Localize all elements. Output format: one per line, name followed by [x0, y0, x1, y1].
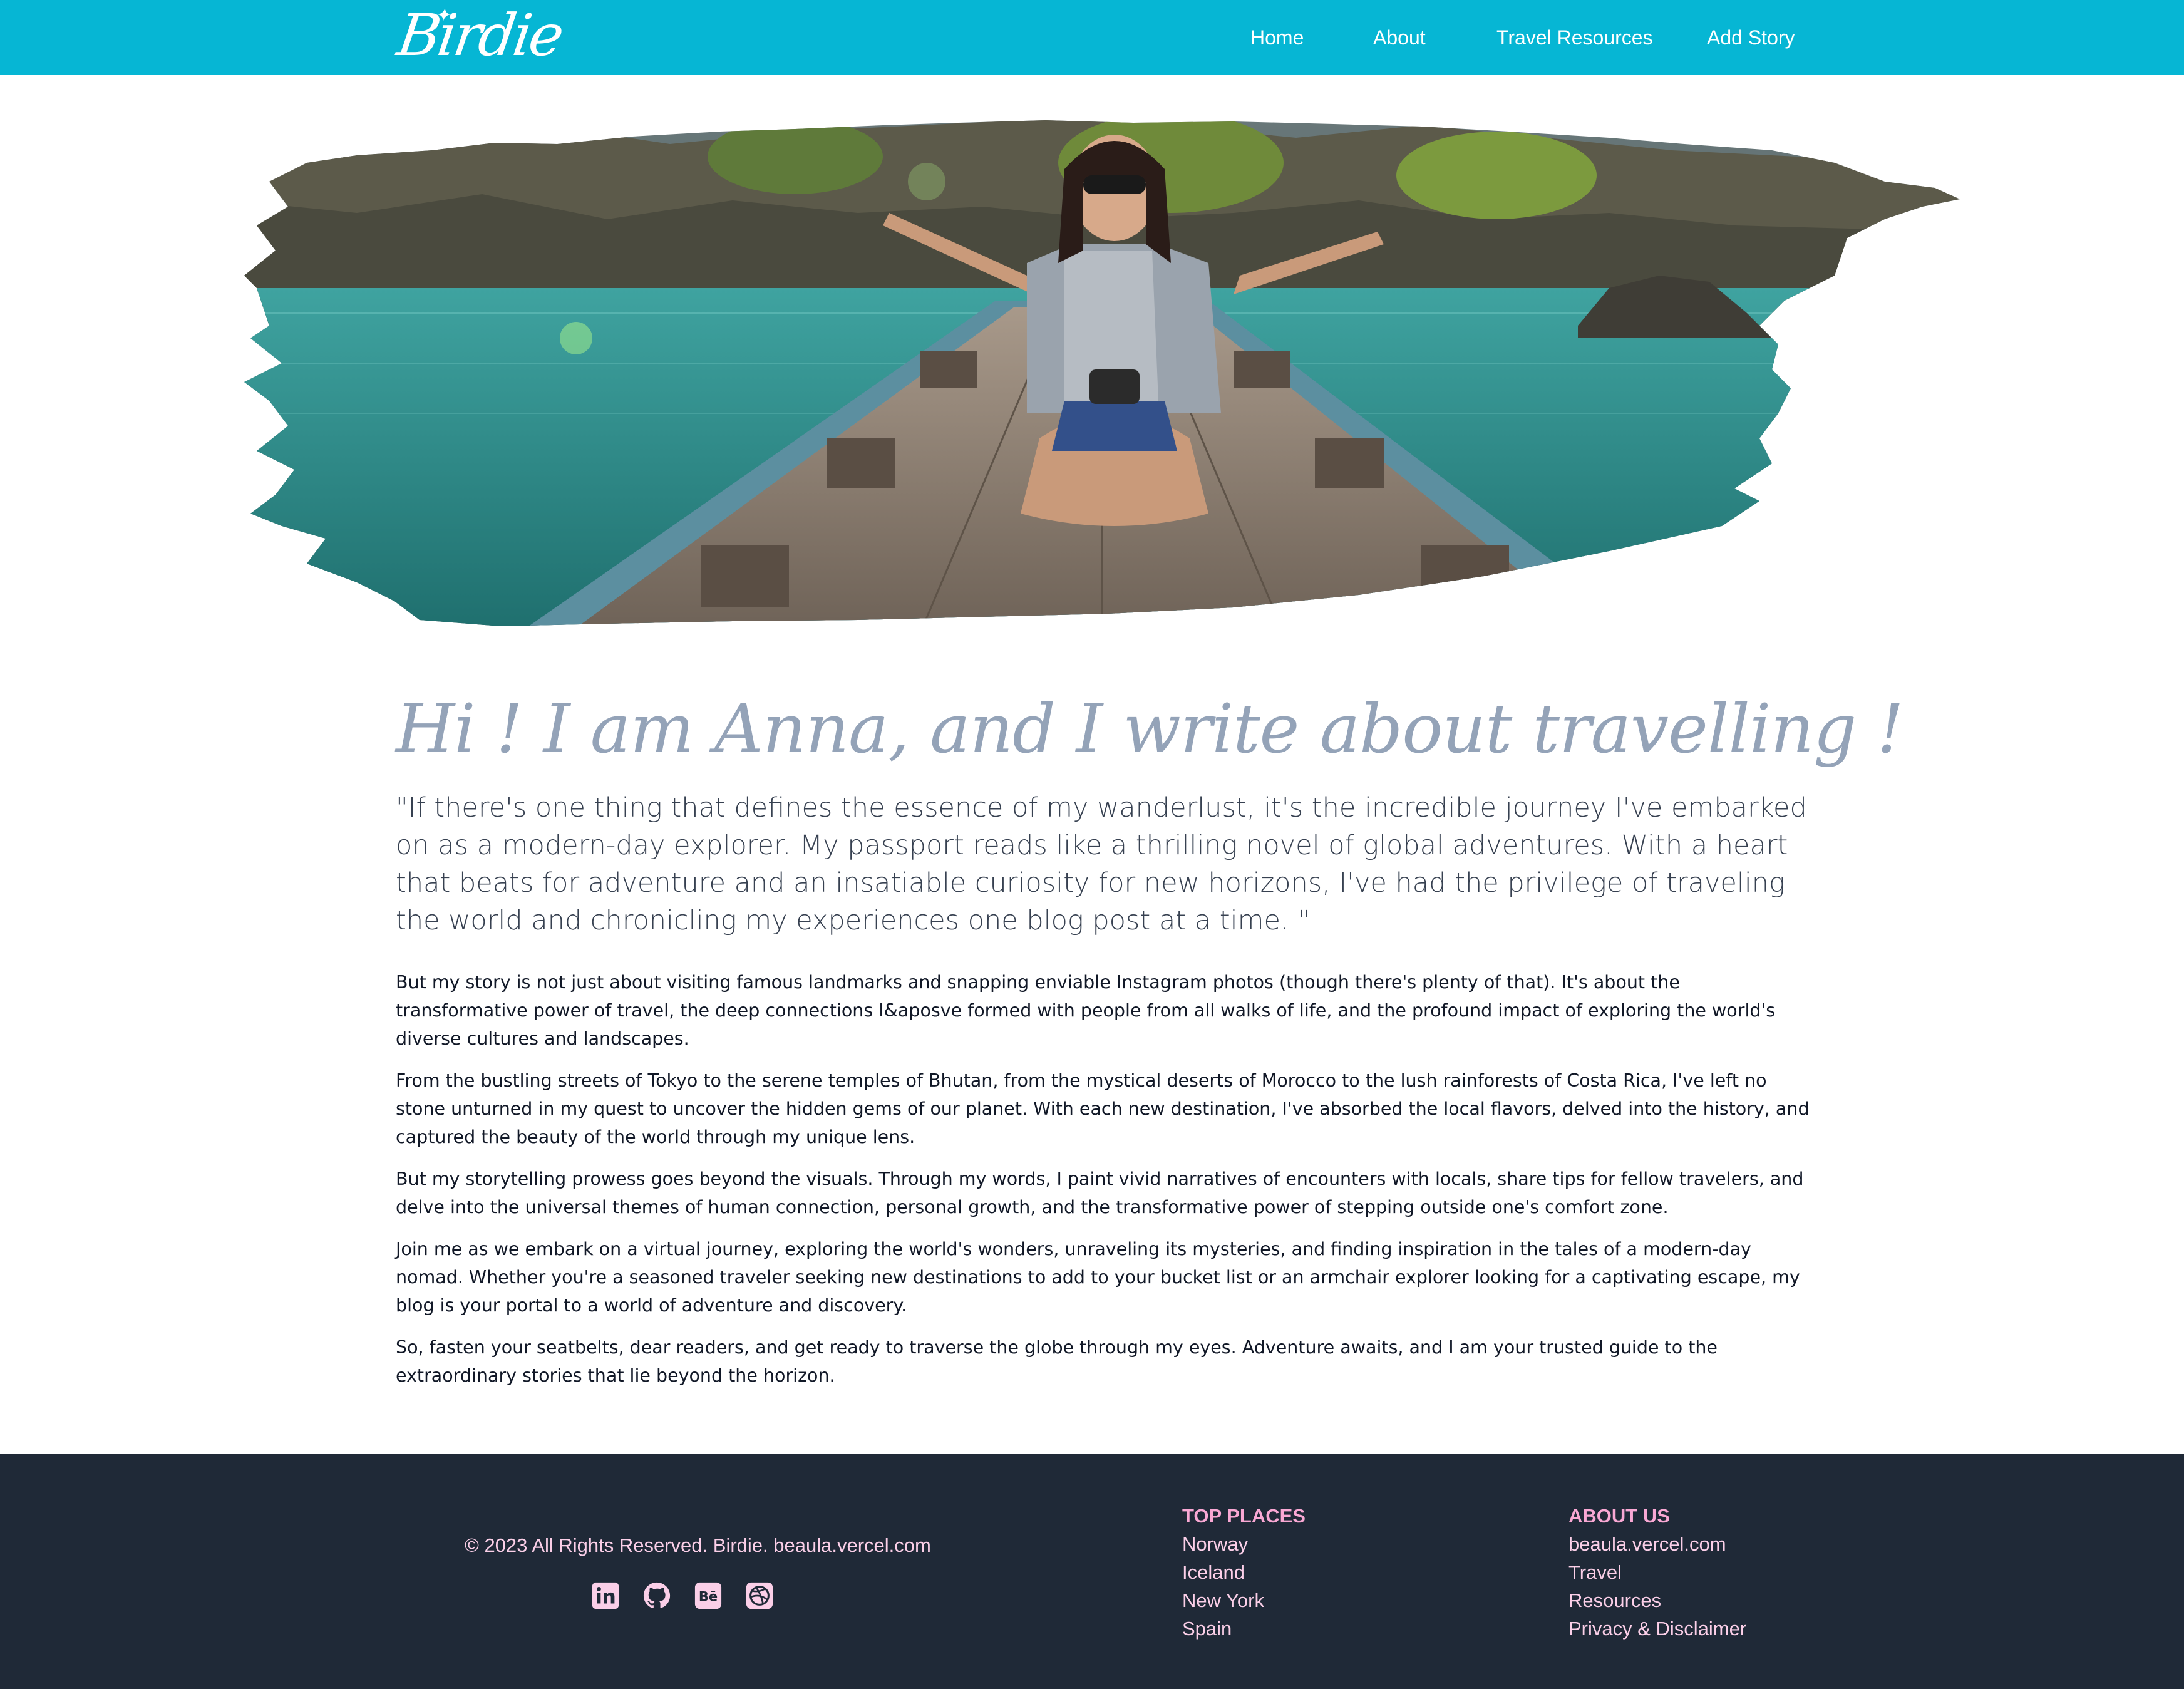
about-link[interactable]: Privacy & Disclaimer — [1568, 1614, 1746, 1643]
about-us-column: ABOUT US beaula.vercel.com Travel Resour… — [1568, 1502, 1746, 1643]
body-paragraphs: But my story is not just about visiting … — [396, 968, 1812, 1390]
paragraph: But my storytelling prowess goes beyond … — [396, 1169, 1804, 1217]
nav-links: Home About Travel Resources Add Story — [0, 0, 2184, 75]
github-icon[interactable] — [642, 1581, 671, 1610]
page-title: Hi ! I am Anna, and I write about travel… — [396, 690, 1904, 768]
top-places-heading: TOP PLACES — [1182, 1505, 1306, 1527]
top-place-link[interactable]: New York — [1182, 1586, 1306, 1614]
nav-add-story-link[interactable]: Add Story — [1707, 25, 1795, 50]
top-place-link[interactable]: Iceland — [1182, 1558, 1306, 1586]
top-place-link[interactable]: Spain — [1182, 1614, 1306, 1643]
about-section: Hi ! I am Anna, and I write about travel… — [396, 683, 1904, 1403]
hero-image — [232, 88, 1966, 633]
lead-quote: "If there's one thing that defines the e… — [396, 792, 1807, 936]
about-link[interactable]: beaula.vercel.com — [1568, 1530, 1746, 1558]
paragraph: Join me as we embark on a virtual journe… — [396, 1239, 1800, 1316]
paragraph: From the bustling streets of Tokyo to th… — [396, 1070, 1810, 1147]
about-link[interactable]: Travel — [1568, 1558, 1746, 1586]
nav-home-link[interactable]: Home — [1250, 25, 1304, 50]
woman-on-boat-photo — [244, 120, 1960, 626]
dribbble-icon[interactable] — [745, 1581, 774, 1610]
paragraph: But my story is not just about visiting … — [396, 972, 1776, 1049]
top-places-column: TOP PLACES Norway Iceland New York Spain — [1182, 1502, 1306, 1643]
navbar: Birdie ✦ Home About Travel Resources Add… — [0, 0, 2184, 75]
nav-travel-resources-link[interactable]: Travel Resources — [1496, 25, 1653, 50]
behance-icon[interactable]: Bē — [694, 1581, 723, 1610]
about-link[interactable]: Resources — [1568, 1586, 1746, 1614]
top-place-link[interactable]: Norway — [1182, 1530, 1306, 1558]
about-us-heading: ABOUT US — [1568, 1505, 1670, 1527]
svg-text:Bē: Bē — [699, 1589, 718, 1604]
nav-about-link[interactable]: About — [1373, 25, 1426, 50]
linkedin-icon[interactable] — [591, 1581, 620, 1610]
footer: © 2023 All Rights Reserved. Birdie. beau… — [0, 1454, 2184, 1689]
paragraph: So, fasten your seatbelts, dear readers,… — [396, 1337, 1718, 1386]
copyright-text: © 2023 All Rights Reserved. Birdie. beau… — [465, 1534, 931, 1556]
